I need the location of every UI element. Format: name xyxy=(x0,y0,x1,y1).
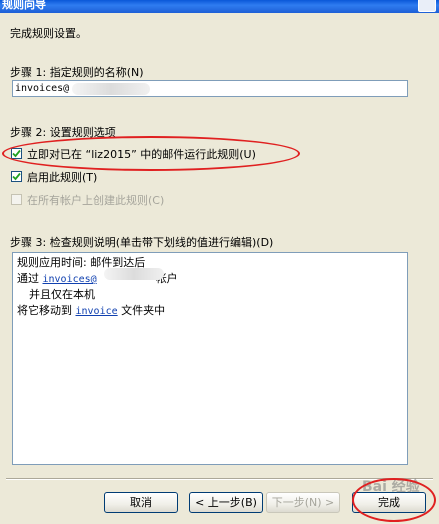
highlight-circle xyxy=(2,136,300,171)
desc-line-4-prefix: 将它移动到 xyxy=(17,304,72,317)
title-bar: 规则向导 xyxy=(0,0,439,13)
rule-description-box: 规则应用时间: 邮件到达后 通过 invoices@ 帐户 并且仅在本机 将它移… xyxy=(12,252,408,465)
all-accounts-label: 在所有帐户上创建此规则(C) xyxy=(27,194,165,207)
close-icon[interactable] xyxy=(418,0,436,12)
cancel-button[interactable]: 取消 xyxy=(104,492,178,513)
rule-name-value: invoices@ xyxy=(15,83,70,94)
window-title: 规则向导 xyxy=(2,0,46,11)
folder-link[interactable]: invoice xyxy=(76,306,118,317)
desc-line-4: 将它移动到 invoice 文件夹中 xyxy=(17,302,165,318)
desc-line-4-suffix: 文件夹中 xyxy=(121,304,166,317)
desc-line-3: 并且仅在本机 xyxy=(29,288,95,301)
step1-label: 步骤 1: 指定规则的名称(N) xyxy=(10,66,144,79)
enable-rule-label: 启用此规则(T) xyxy=(27,171,98,184)
redacted-blur xyxy=(104,268,164,280)
account-link[interactable]: invoices@ xyxy=(43,274,97,285)
next-button[interactable]: 下一步(N) > xyxy=(266,492,340,513)
desc-line-2-prefix: 通过 xyxy=(17,272,39,285)
all-accounts-checkbox[interactable] xyxy=(11,194,22,205)
back-button[interactable]: < 上一步(B) xyxy=(189,492,263,513)
checkmark-icon xyxy=(12,172,21,181)
enable-rule-checkbox[interactable] xyxy=(11,171,22,182)
intro-text: 完成规则设置。 xyxy=(10,27,87,40)
step3-label: 步骤 3: 检查规则说明(单击带下划线的值进行编辑)(D) xyxy=(10,236,274,249)
highlight-circle xyxy=(352,478,436,522)
redacted-blur xyxy=(72,83,150,95)
